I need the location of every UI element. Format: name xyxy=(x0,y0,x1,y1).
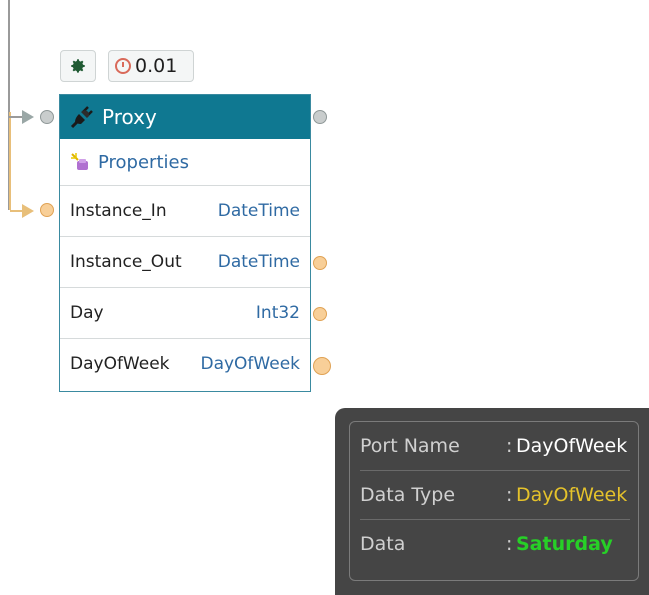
exec-input-port[interactable] xyxy=(40,110,54,124)
data-wire-arrow-icon xyxy=(22,204,34,218)
exec-wire-arrow-icon xyxy=(22,110,34,124)
tooltip-panel: Port Name : DayOfWeek Data Type : DayOfW… xyxy=(349,421,639,581)
gear-icon xyxy=(71,59,85,73)
port-dayofweek-output[interactable] xyxy=(313,357,331,375)
port-instance-out-output[interactable] xyxy=(313,256,327,270)
tooltip-label: Port Name xyxy=(360,435,460,457)
port-row-day[interactable]: Day Int32 xyxy=(60,287,310,338)
port-row-dayofweek[interactable]: DayOfWeek DayOfWeek xyxy=(60,338,310,389)
plug-icon xyxy=(70,106,93,129)
tooltip-value: DayOfWeek xyxy=(516,435,628,457)
port-row-instance-out[interactable]: Instance_Out DateTime xyxy=(60,236,310,287)
port-tooltip: Port Name : DayOfWeek Data Type : DayOfW… xyxy=(335,408,649,595)
properties-label: Properties xyxy=(98,151,189,173)
tooltip-row-data: Data : Saturday xyxy=(360,520,630,568)
proxy-node[interactable]: Proxy Properties Instance_In DateTime In… xyxy=(59,94,311,392)
port-instance-in-input[interactable] xyxy=(40,203,54,217)
port-name: Day xyxy=(70,303,104,323)
port-type: DayOfWeek xyxy=(200,354,300,374)
properties-row[interactable]: Properties xyxy=(60,139,310,185)
tooltip-row-data-type: Data Type : DayOfWeek xyxy=(360,471,630,520)
port-type: Int32 xyxy=(255,303,300,323)
port-name: DayOfWeek xyxy=(70,354,170,374)
tooltip-label: Data Type xyxy=(360,484,456,506)
tooltip-separator: : xyxy=(506,484,513,506)
tooltip-value: DayOfWeek xyxy=(516,484,628,506)
node-title: Proxy xyxy=(102,105,157,129)
tooltip-separator: : xyxy=(506,533,513,555)
timer-value: 0.01 xyxy=(135,55,178,77)
tooltip-separator: : xyxy=(506,435,513,457)
settings-button[interactable] xyxy=(60,50,96,82)
port-type: DateTime xyxy=(217,201,300,221)
connection-wire-data xyxy=(9,112,11,210)
node-header[interactable]: Proxy xyxy=(60,95,310,139)
port-name: Instance_In xyxy=(70,201,167,221)
port-row-instance-in[interactable]: Instance_In DateTime xyxy=(60,185,310,236)
port-type: DateTime xyxy=(217,252,300,272)
port-name: Instance_Out xyxy=(70,252,182,272)
tooltip-value: Saturday xyxy=(516,533,613,555)
tooltip-row-port-name: Port Name : DayOfWeek xyxy=(360,422,630,471)
timer-button[interactable]: 0.01 xyxy=(108,50,194,82)
properties-icon xyxy=(71,153,88,170)
port-day-output[interactable] xyxy=(313,307,327,321)
exec-output-port[interactable] xyxy=(313,110,327,124)
tooltip-label: Data xyxy=(360,533,406,555)
timer-icon xyxy=(115,58,131,74)
